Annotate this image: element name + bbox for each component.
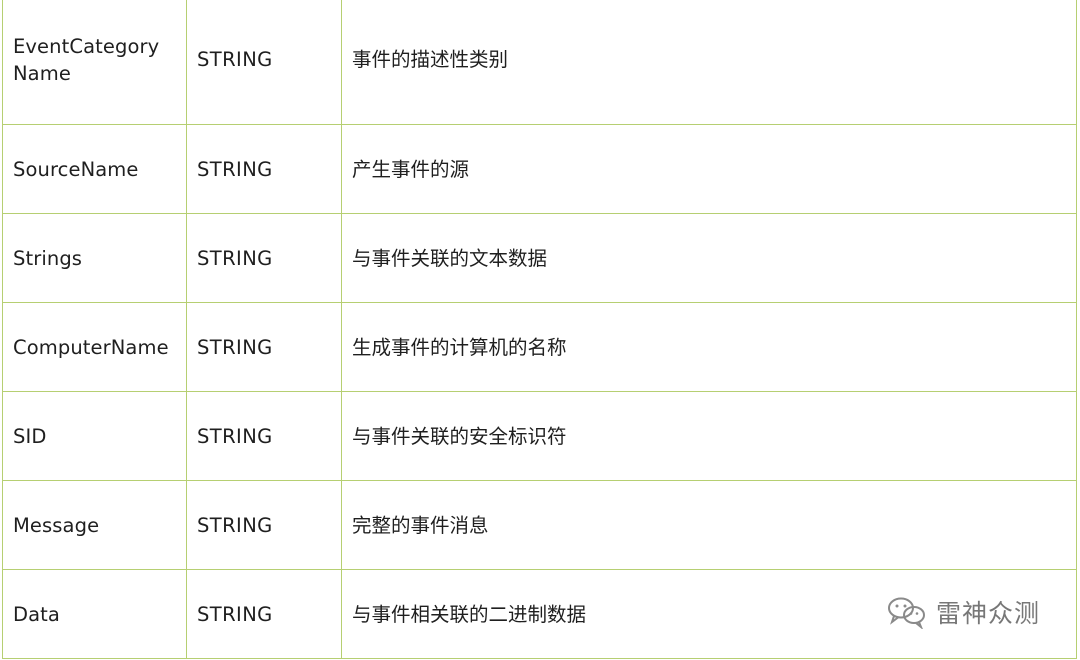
field-name: Strings: [13, 246, 83, 270]
field-description: 产生事件的源: [341, 124, 1077, 214]
field-type: STRING: [186, 0, 342, 125]
field-table: EventCategoryName STRING 事件的描述性类别 Source…: [2, 0, 1077, 659]
field-type: STRING: [186, 213, 342, 303]
field-name-cell: ComputerName: [2, 302, 187, 392]
table-row: SourceName STRING 产生事件的源: [2, 124, 1077, 214]
field-type: STRING: [186, 124, 342, 214]
field-name-cell: SID: [2, 391, 187, 481]
table-row: EventCategoryName STRING 事件的描述性类别: [2, 0, 1077, 125]
field-name: EventCategoryName: [13, 34, 160, 85]
field-name: ComputerName: [13, 335, 169, 359]
field-name: Data: [13, 602, 60, 626]
document-page: EventCategoryName STRING 事件的描述性类别 Source…: [0, 0, 1080, 660]
field-name-cell: Message: [2, 480, 187, 570]
field-description: 生成事件的计算机的名称: [341, 302, 1077, 392]
field-name-cell: SourceName: [2, 124, 187, 214]
watermark-text: 雷神众测: [936, 599, 1041, 628]
field-description: 事件的描述性类别: [341, 0, 1077, 125]
table-row: ComputerName STRING 生成事件的计算机的名称: [2, 302, 1077, 392]
field-type: STRING: [186, 302, 342, 392]
field-type: STRING: [186, 569, 342, 659]
watermark: 雷神众测: [886, 592, 1040, 632]
field-name: Message: [13, 513, 100, 537]
field-name-cell: Data: [2, 569, 187, 659]
field-name: SID: [13, 424, 47, 448]
field-type: STRING: [186, 480, 342, 570]
table-row: SID STRING 与事件关联的安全标识符: [2, 391, 1077, 481]
table-row: Strings STRING 与事件关联的文本数据: [2, 213, 1077, 303]
field-name-cell: Strings: [2, 213, 187, 303]
field-description: 完整的事件消息: [341, 480, 1077, 570]
table-row: Message STRING 完整的事件消息: [2, 480, 1077, 570]
field-description: 与事件关联的安全标识符: [341, 391, 1077, 481]
wechat-icon: [888, 597, 925, 629]
field-type: STRING: [186, 391, 342, 481]
field-description: 与事件关联的文本数据: [341, 213, 1077, 303]
field-name: SourceName: [13, 157, 139, 181]
field-name-cell: EventCategoryName: [2, 0, 187, 125]
